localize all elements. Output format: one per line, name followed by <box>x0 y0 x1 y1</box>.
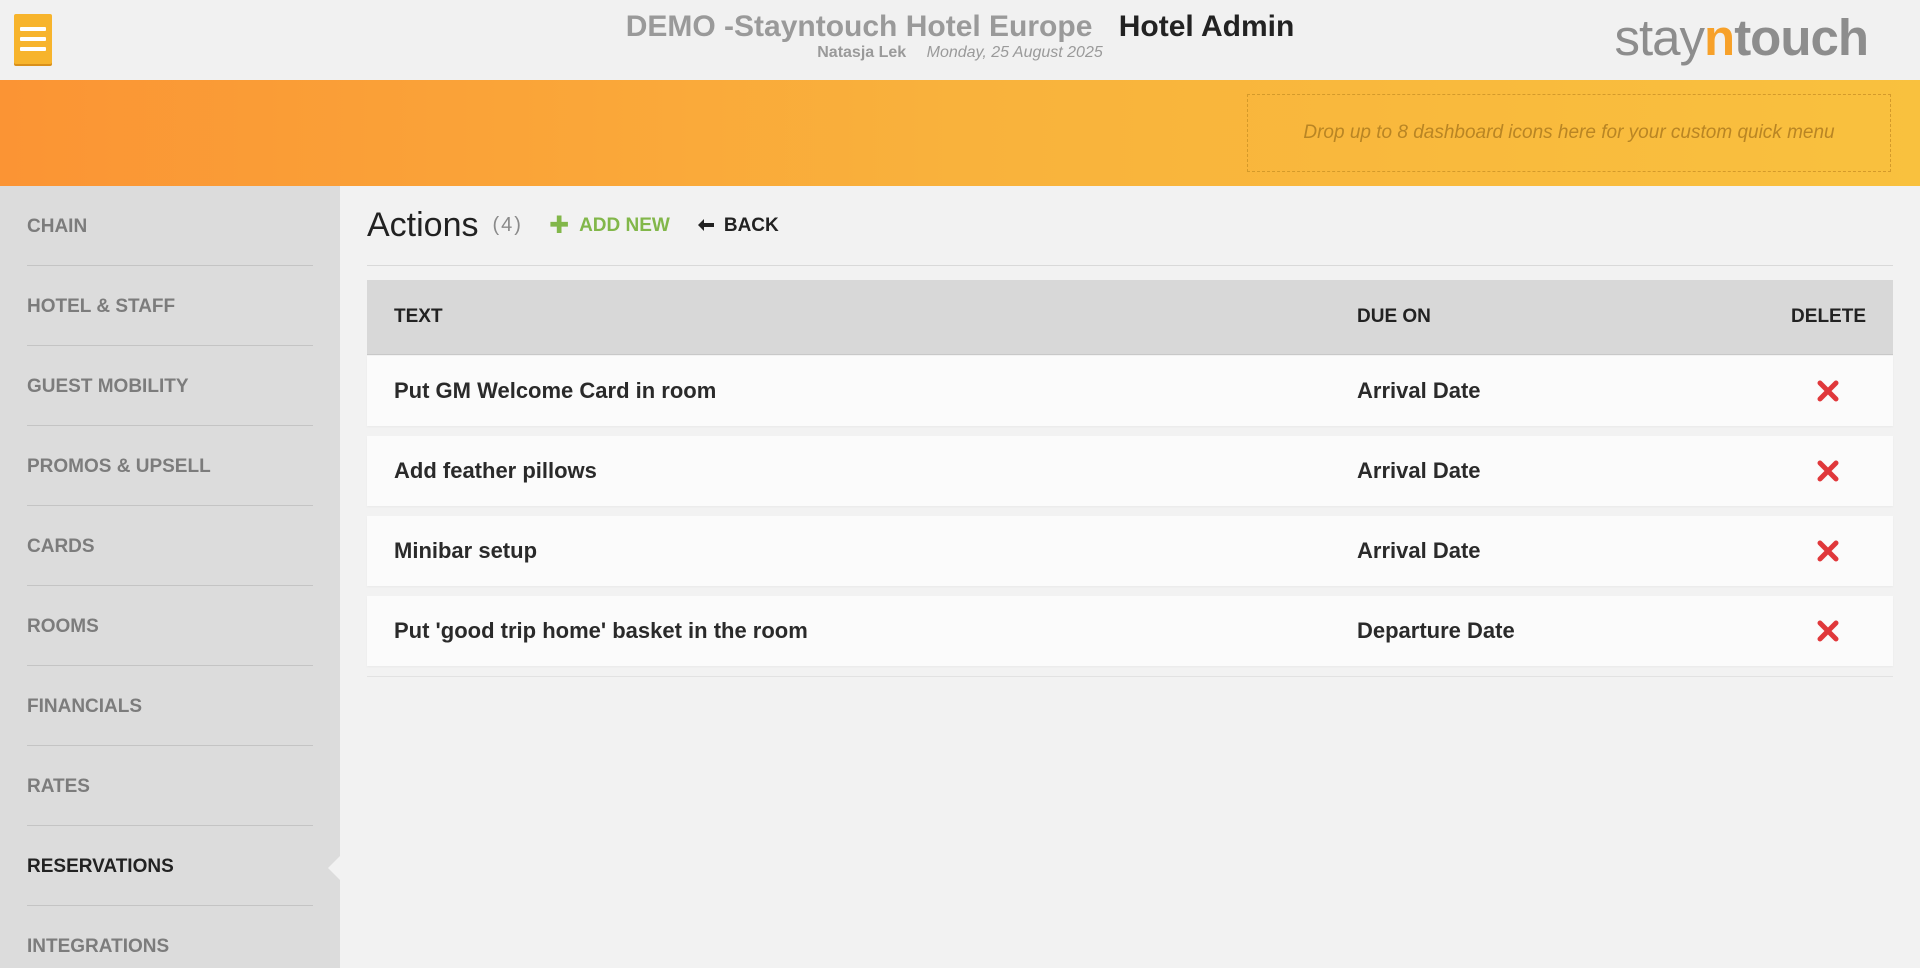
arrow-left-icon <box>697 214 714 237</box>
sidebar-item-financials[interactable]: FINANCIALS <box>27 666 313 746</box>
main-content: Actions (4) ✚ ADD NEW BACK TEXT DUE ON D… <box>340 186 1920 968</box>
delete-button[interactable] <box>1817 380 1839 402</box>
sidebar-item-cards[interactable]: CARDS <box>27 506 313 586</box>
action-due-on: Departure Date <box>1357 618 1515 643</box>
close-x-icon <box>1817 540 1839 562</box>
action-due-on: Arrival Date <box>1357 538 1481 563</box>
page-title: Actions <box>367 206 479 244</box>
user-name: Natasja Lek <box>817 44 907 61</box>
delete-button[interactable] <box>1817 460 1839 482</box>
table-header: TEXT DUE ON DELETE <box>367 280 1893 355</box>
action-text[interactable]: Minibar setup <box>394 538 537 564</box>
sidebar-item-promos-upsell[interactable]: PROMOS & UPSELL <box>27 426 313 506</box>
plus-icon: ✚ <box>548 211 570 239</box>
column-header-delete: DELETE <box>1791 306 1866 327</box>
add-new-label: ADD NEW <box>579 214 670 236</box>
item-count: (4) <box>492 214 523 236</box>
sidebar-item-reservations[interactable]: RESERVATIONS <box>27 826 313 906</box>
sidebar-item-integrations[interactable]: INTEGRATIONS <box>27 906 313 968</box>
current-date: Monday, 25 August 2025 <box>926 44 1103 61</box>
sidebar-item-chain[interactable]: CHAIN <box>27 186 313 266</box>
table-body: Put GM Welcome Card in room Arrival Date… <box>367 355 1893 677</box>
delete-button[interactable] <box>1817 540 1839 562</box>
close-x-icon <box>1817 620 1839 642</box>
sidebar-item-rooms[interactable]: ROOMS <box>27 586 313 666</box>
actions-table: TEXT DUE ON DELETE Put GM Welcome Card i… <box>367 280 1893 677</box>
delete-button[interactable] <box>1817 620 1839 642</box>
add-new-button[interactable]: ✚ ADD NEW <box>548 211 670 239</box>
column-header-text[interactable]: TEXT <box>394 306 443 328</box>
table-row[interactable]: Put GM Welcome Card in room Arrival Date <box>367 356 1893 426</box>
column-header-due-on[interactable]: DUE ON <box>1357 306 1431 328</box>
action-text[interactable]: Add feather pillows <box>394 458 597 484</box>
back-label: BACK <box>723 214 779 236</box>
app-name: Hotel Admin <box>1118 10 1295 43</box>
action-text[interactable]: Put 'good trip home' basket in the room <box>394 618 808 644</box>
page-header: Actions (4) ✚ ADD NEW BACK <box>367 186 1893 266</box>
close-x-icon <box>1817 380 1839 402</box>
table-row[interactable]: Add feather pillows Arrival Date <box>367 436 1893 506</box>
action-due-on: Arrival Date <box>1357 458 1481 483</box>
table-row[interactable]: Put 'good trip home' basket in the room … <box>367 596 1893 666</box>
stayntouch-logo: stayntouch <box>1614 9 1869 66</box>
close-x-icon <box>1817 460 1839 482</box>
quick-menu-drop-zone[interactable]: Drop up to 8 dashboard icons here for yo… <box>1247 94 1891 172</box>
sidebar-item-hotel-staff[interactable]: HOTEL & STAFF <box>27 266 313 346</box>
action-text[interactable]: Put GM Welcome Card in room <box>394 378 716 404</box>
action-due-on: Arrival Date <box>1357 378 1481 403</box>
hotel-name: DEMO -Stayntouch Hotel Europe <box>625 10 1093 43</box>
quick-menu-placeholder: Drop up to 8 dashboard icons here for yo… <box>1303 122 1835 143</box>
sidebar: CHAIN HOTEL & STAFF GUEST MOBILITY PROMO… <box>0 186 340 968</box>
sidebar-item-guest-mobility[interactable]: GUEST MOBILITY <box>27 346 313 426</box>
active-indicator-arrow <box>328 854 340 882</box>
back-button[interactable]: BACK <box>697 214 779 237</box>
table-row[interactable]: Minibar setup Arrival Date <box>367 516 1893 586</box>
top-bar: DEMO -Stayntouch Hotel Europe Hotel Admi… <box>0 0 1920 80</box>
sidebar-item-rates[interactable]: RATES <box>27 746 313 826</box>
quick-menu-band: Drop up to 8 dashboard icons here for yo… <box>0 80 1920 186</box>
